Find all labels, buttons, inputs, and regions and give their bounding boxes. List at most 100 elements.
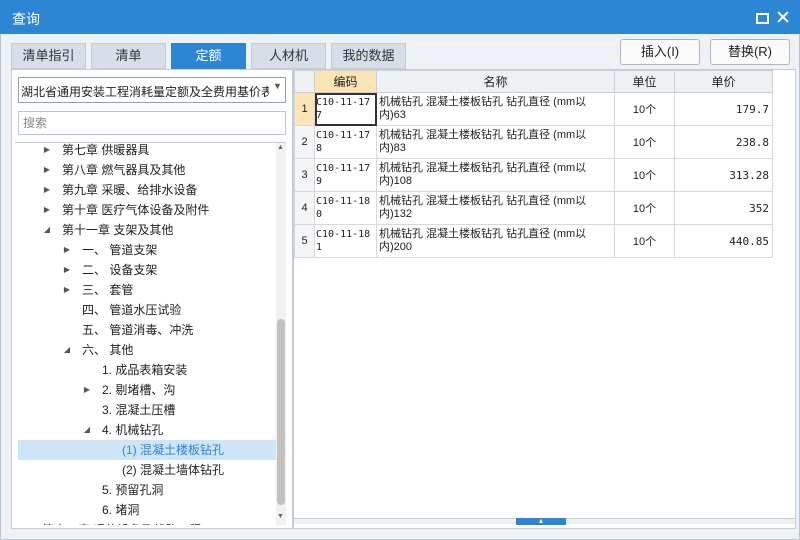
column-header-code[interactable]: 编码	[314, 70, 377, 93]
tree-node-label: 2. 剔堵槽、沟	[102, 383, 176, 397]
expand-arrow-icon[interactable]: ▶	[62, 280, 72, 300]
collapse-arrow-icon[interactable]: ◢	[62, 340, 72, 360]
row-number: 3	[294, 158, 315, 192]
table-row[interactable]: 5 C10-11-181 机械钻孔 混凝土楼板钻孔 钻孔直径 (mm以内)200…	[294, 224, 773, 258]
tree-node-label: 第十一章 支架及其他	[62, 223, 174, 237]
column-header-name[interactable]: 名称	[376, 70, 615, 93]
code-cell[interactable]: C10-11-178	[314, 125, 377, 159]
expand-arrow-icon[interactable]: ▶	[82, 380, 92, 400]
expand-arrow-icon[interactable]: ▶	[22, 520, 32, 525]
tree-node-label: 二、 设备支架	[82, 263, 158, 277]
chevron-down-icon: ▼	[273, 81, 282, 91]
tree-node[interactable]: 6. 堵洞	[18, 500, 276, 520]
expand-arrow-icon[interactable]: ▶	[42, 140, 52, 160]
unit-cell[interactable]: 10个	[614, 125, 675, 159]
tree-node-label: 4. 机械钻孔	[102, 423, 164, 437]
tree-node[interactable]: ▶ 第十章 医疗气体设备及附件	[18, 200, 276, 220]
tree-scrollbar[interactable]: ▲ ▼	[276, 143, 286, 525]
tab-bill-guide[interactable]: 清单指引	[11, 43, 86, 69]
table-row[interactable]: 4 C10-11-180 机械钻孔 混凝土楼板钻孔 钻孔直径 (mm以内)132…	[294, 191, 773, 225]
expand-arrow-icon[interactable]: ▶	[42, 180, 52, 200]
tree-node-label: 第十二章 通信设备及线路工程	[42, 520, 201, 525]
tree-node[interactable]: ◢ 4. 机械钻孔	[18, 420, 276, 440]
tree-node[interactable]: ▶ 三、 套管	[18, 280, 276, 300]
quota-table: 编码 名称 单位 单价 1 C10-11-177 机械钻孔 混凝土楼板钻孔 钻孔…	[294, 70, 773, 258]
code-cell[interactable]: C10-11-181	[314, 224, 377, 258]
name-cell[interactable]: 机械钻孔 混凝土楼板钻孔 钻孔直径 (mm以内)83	[376, 125, 615, 159]
tree-node[interactable]: ◢ 六、 其他	[18, 340, 276, 360]
tree-node[interactable]: 3. 混凝土压槽	[18, 400, 276, 420]
tree-node-label: 第十章 医疗气体设备及附件	[62, 203, 210, 217]
tree-node[interactable]: 1. 成品表箱安装	[18, 360, 276, 380]
tree-node-label: 四、 管道水压试验	[82, 303, 182, 317]
price-cell[interactable]: 440.85	[674, 224, 773, 258]
tree-node[interactable]: ◢ 第十一章 支架及其他	[18, 220, 276, 240]
tree-node[interactable]: 五、 管道消毒、冲洗	[18, 320, 276, 340]
insert-button[interactable]: 插入(I)	[620, 39, 700, 65]
scrollbar-thumb[interactable]	[277, 319, 285, 505]
unit-cell[interactable]: 10个	[614, 92, 675, 126]
scroll-up-icon[interactable]: ▲	[277, 144, 284, 151]
close-icon[interactable]	[774, 8, 792, 26]
code-cell[interactable]: C10-11-179	[314, 158, 377, 192]
row-number: 1	[294, 92, 315, 126]
tree-node[interactable]: ▶ 第七章 供暖器具	[18, 140, 276, 160]
table-row[interactable]: 3 C10-11-179 机械钻孔 混凝土楼板钻孔 钻孔直径 (mm以内)108…	[294, 158, 773, 192]
tree-node[interactable]: 5. 预留孔洞	[18, 480, 276, 500]
name-cell[interactable]: 机械钻孔 混凝土楼板钻孔 钻孔直径 (mm以内)63	[376, 92, 615, 126]
code-cell[interactable]: C10-11-177	[314, 92, 377, 126]
scroll-down-icon[interactable]: ▼	[277, 513, 284, 520]
expand-arrow-icon[interactable]: ▶	[42, 200, 52, 220]
chapter-tree: ▶ 第七章 供暖器具 ▶ 第八章 燃气器具及其他 ▶ 第九章 采暖、给排水设备 ▶ 第十章 医…	[18, 140, 276, 525]
tree-node[interactable]: ▶ 第十二章 通信设备及线路工程	[18, 520, 276, 525]
tree-node[interactable]: ▶ 一、 管道支架	[18, 240, 276, 260]
table-row[interactable]: 1 C10-11-177 机械钻孔 混凝土楼板钻孔 钻孔直径 (mm以内)63 …	[294, 92, 773, 126]
tree-node-label: 第九章 采暖、给排水设备	[62, 183, 198, 197]
row-number-header	[294, 70, 315, 93]
tree-node[interactable]: ▶ 第九章 采暖、给排水设备	[18, 180, 276, 200]
tree-node-label: 1. 成品表箱安装	[102, 363, 188, 377]
tree-node[interactable]: 四、 管道水压试验	[18, 300, 276, 320]
unit-cell[interactable]: 10个	[614, 191, 675, 225]
collapse-arrow-icon[interactable]: ◢	[42, 220, 52, 240]
tab-bill[interactable]: 清单	[91, 43, 166, 69]
tree-node[interactable]: (2) 混凝土墙体钻孔	[18, 460, 276, 480]
code-cell[interactable]: C10-11-180	[314, 191, 377, 225]
tree-node[interactable]: ▶ 第八章 燃气器具及其他	[18, 160, 276, 180]
expand-arrow-icon[interactable]: ▶	[62, 260, 72, 280]
row-number: 4	[294, 191, 315, 225]
price-cell[interactable]: 238.8	[674, 125, 773, 159]
column-header-unit[interactable]: 单位	[614, 70, 675, 93]
unit-cell[interactable]: 10个	[614, 158, 675, 192]
expand-arrow-icon[interactable]: ▶	[42, 160, 52, 180]
table-header: 编码 名称 单位 单价	[294, 70, 773, 93]
name-cell[interactable]: 机械钻孔 混凝土楼板钻孔 钻孔直径 (mm以内)132	[376, 191, 615, 225]
price-cell[interactable]: 179.7	[674, 92, 773, 126]
name-cell[interactable]: 机械钻孔 混凝土楼板钻孔 钻孔直径 (mm以内)108	[376, 158, 615, 192]
tree-node-label: 五、 管道消毒、冲洗	[82, 323, 194, 337]
tree-node[interactable]: ▶ 二、 设备支架	[18, 260, 276, 280]
library-select[interactable]: 湖北省通用安装工程消耗量定额及全费用基价表 ▼	[18, 77, 286, 103]
tab-my-data[interactable]: 我的数据	[331, 43, 406, 69]
column-header-price[interactable]: 单价	[674, 70, 773, 93]
tree-node[interactable]: (1) 混凝土楼板钻孔	[18, 440, 276, 460]
row-number: 5	[294, 224, 315, 258]
price-cell[interactable]: 313.28	[674, 158, 773, 192]
title-bar: 查询	[0, 0, 800, 34]
price-cell[interactable]: 352	[674, 191, 773, 225]
replace-button[interactable]: 替换(R)	[710, 39, 790, 65]
table-row[interactable]: 2 C10-11-178 机械钻孔 混凝土楼板钻孔 钻孔直径 (mm以内)83 …	[294, 125, 773, 159]
tree-node-label: 一、 管道支架	[82, 243, 158, 257]
tree-node-label: 第八章 燃气器具及其他	[62, 163, 186, 177]
splitter-grip-icon[interactable]: ▲	[516, 518, 566, 525]
tab-labor-material-machine[interactable]: 人材机	[251, 43, 326, 69]
tab-quota[interactable]: 定额	[171, 43, 246, 69]
row-number: 2	[294, 125, 315, 159]
search-input[interactable]	[18, 111, 286, 135]
collapse-arrow-icon[interactable]: ◢	[82, 420, 92, 440]
name-cell[interactable]: 机械钻孔 混凝土楼板钻孔 钻孔直径 (mm以内)200	[376, 224, 615, 258]
restore-icon[interactable]	[752, 8, 770, 26]
expand-arrow-icon[interactable]: ▶	[62, 240, 72, 260]
tree-node[interactable]: ▶ 2. 剔堵槽、沟	[18, 380, 276, 400]
unit-cell[interactable]: 10个	[614, 224, 675, 258]
